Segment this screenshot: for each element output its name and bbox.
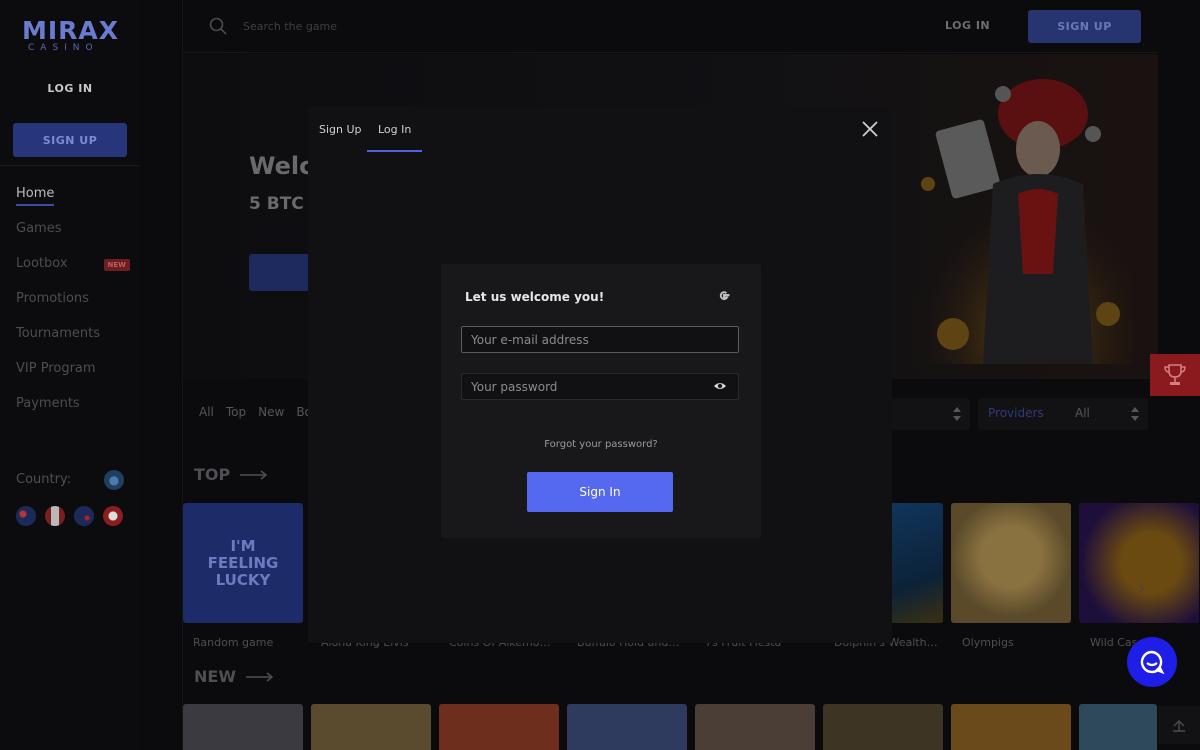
sidebar-signup-button[interactable]: SIGN UP [13,123,127,157]
topbar-login-button[interactable]: LOG IN [945,19,990,32]
brand-logo[interactable]: MIRAX CASINO [22,16,118,62]
live-chat-button[interactable] [1127,637,1177,687]
sidebar-item-label: VIP Program [16,361,96,376]
sidebar: MIRAX CASINO LOG IN SIGN UP Home Games L… [0,0,140,750]
arrow-up-icon [1173,720,1185,732]
select-arrows-icon [953,407,961,421]
game-card[interactable] [823,704,943,750]
arrow-right-icon [245,671,274,682]
trophy-icon [1164,364,1186,385]
flag-ca-icon[interactable] [45,506,65,526]
globe-icon[interactable]: ● [104,470,124,490]
game-card[interactable] [951,704,1071,750]
providers-value: All [1075,406,1090,420]
sidebar-item-payments[interactable]: Payments [16,396,130,431]
tab-login[interactable]: Log In [367,123,423,152]
brand-name: MIRAX [22,16,120,45]
game-card[interactable] [567,704,687,750]
close-icon[interactable] [860,119,880,139]
show-password-icon[interactable] [713,381,727,391]
carousel-next-icon[interactable]: › [1138,578,1145,599]
section-new-label: NEW [194,667,236,686]
chat-icon [1140,650,1165,675]
search-input[interactable] [243,16,543,36]
game-filters: All Top New Bo [199,405,312,419]
game-card-art-text: I'M FEELING LUCKY [207,536,279,589]
game-card[interactable] [183,704,303,750]
game-card[interactable] [1079,704,1157,750]
tab-signup[interactable]: Sign Up [308,123,373,150]
tournaments-tab[interactable] [1150,354,1200,396]
select-arrows-icon [1131,407,1139,421]
category-select[interactable] [890,398,970,430]
sidebar-nav: Home Games Lootbox NEW Promotions Tournam… [16,186,130,431]
sidebar-login-button[interactable]: LOG IN [0,82,140,95]
sidebar-item-home[interactable]: Home [16,186,130,221]
sidebar-item-tournaments[interactable]: Tournaments [16,326,130,361]
sidebar-item-games[interactable]: Games [16,221,130,256]
sidebar-item-label: Payments [16,396,80,411]
email-field[interactable] [461,326,739,353]
search-icon[interactable] [209,17,227,35]
login-form: Let us welcome you! Forgot your password… [441,264,761,538]
sidebar-item-label: Promotions [16,291,89,306]
game-title[interactable]: Olympigs [962,636,1014,649]
sidebar-item-label: Home [16,186,55,206]
game-card[interactable] [311,704,431,750]
sidebar-item-label: Lootbox [16,256,68,271]
game-card[interactable] [1079,503,1199,623]
new-badge: NEW [103,259,130,271]
sign-in-button[interactable]: Sign In [527,472,673,512]
game-card[interactable] [439,704,559,750]
sidebar-item-lootbox[interactable]: Lootbox NEW [16,256,130,291]
filter-new[interactable]: New [258,405,284,419]
game-card[interactable]: I'M FEELING LUCKY [183,503,303,623]
jester-hero-image [883,74,1133,364]
login-welcome-heading: Let us welcome you! [465,290,605,304]
game-title[interactable]: Random game [193,636,273,649]
new-games-row [183,704,1157,750]
country-label: Country: [16,472,72,487]
flag-au-icon[interactable] [16,506,36,526]
filter-all[interactable]: All [199,405,214,419]
section-top-title[interactable]: TOP [194,465,268,484]
auth-modal: Sign Up Log In Let us welcome you! Forgo… [308,107,892,643]
country-flags [16,506,123,526]
section-top-label: TOP [194,465,231,484]
forgot-password-link[interactable]: Forgot your password? [441,439,761,450]
sidebar-item-label: Tournaments [16,326,101,341]
flag-nz-icon[interactable] [74,506,94,526]
password-field[interactable] [461,373,739,400]
flag-ch-icon[interactable] [103,506,123,526]
section-new-title[interactable]: NEW [194,667,274,686]
topbar: LOG IN SIGN UP [183,0,1158,53]
scroll-top-button[interactable] [1158,706,1200,744]
game-card[interactable] [951,503,1071,623]
topbar-signup-button[interactable]: SIGN UP [1028,10,1141,43]
sidebar-item-label: Games [16,221,62,236]
arrow-right-icon [240,469,268,480]
game-card[interactable] [695,704,815,750]
filter-top[interactable]: Top [226,405,246,419]
sidebar-divider [0,165,140,166]
sidebar-item-vip-program[interactable]: VIP Program [16,361,130,396]
sidebar-item-promotions[interactable]: Promotions [16,291,130,326]
providers-select[interactable]: Providers All [978,398,1148,430]
google-icon[interactable] [717,289,731,303]
providers-label: Providers [988,406,1044,420]
